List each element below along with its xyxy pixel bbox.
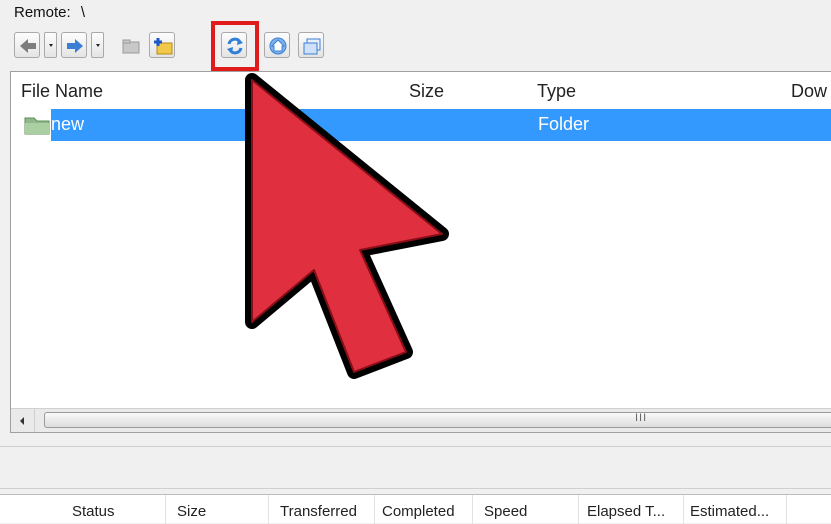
horizontal-scrollbar[interactable]: III bbox=[11, 408, 831, 432]
divider bbox=[0, 488, 831, 489]
forward-arrow-icon bbox=[67, 39, 83, 53]
file-name-cell[interactable]: new bbox=[51, 114, 84, 135]
queue-column-status[interactable]: Status bbox=[72, 503, 115, 520]
queue-column-speed[interactable]: Speed bbox=[484, 503, 527, 520]
remote-path-value: \ bbox=[80, 4, 86, 21]
remote-label-text: Remote: bbox=[14, 4, 71, 21]
column-header-file-name[interactable]: File Name bbox=[21, 81, 103, 102]
divider bbox=[0, 446, 831, 447]
new-folder-icon bbox=[154, 38, 173, 55]
back-arrow-icon bbox=[20, 39, 36, 53]
queue-column-transferred[interactable]: Transferred bbox=[280, 503, 357, 520]
queue-column-completed[interactable]: Completed bbox=[382, 503, 455, 520]
column-header-download[interactable]: Dow bbox=[791, 81, 827, 102]
forward-button[interactable] bbox=[61, 32, 87, 58]
view-button[interactable] bbox=[298, 32, 324, 58]
back-button[interactable] bbox=[14, 32, 40, 58]
home-icon bbox=[269, 37, 287, 55]
folder-icon bbox=[24, 117, 50, 135]
forward-history-dropdown[interactable] bbox=[91, 32, 104, 58]
queue-column-estimated[interactable]: Estimated... bbox=[690, 503, 769, 520]
queue-column-size[interactable]: Size bbox=[177, 503, 206, 520]
parent-folder-button[interactable] bbox=[117, 32, 143, 58]
cursor-arrow-icon bbox=[245, 73, 449, 379]
scroll-left-icon[interactable] bbox=[11, 409, 35, 432]
file-type-cell: Folder bbox=[538, 114, 590, 134]
scroll-thumb[interactable]: III bbox=[44, 412, 831, 428]
parent-folder-icon bbox=[122, 39, 140, 54]
home-button[interactable] bbox=[264, 32, 290, 58]
remote-path-label: Remote: \ bbox=[14, 4, 85, 21]
column-header-type[interactable]: Type bbox=[537, 81, 576, 102]
view-icon bbox=[303, 38, 321, 55]
scroll-grip: III bbox=[635, 412, 648, 424]
queue-column-elapsed[interactable]: Elapsed T... bbox=[587, 503, 665, 520]
transfer-queue-header: Status Size Transferred Completed Speed … bbox=[0, 494, 831, 524]
new-folder-button[interactable] bbox=[149, 32, 175, 58]
back-history-dropdown[interactable] bbox=[44, 32, 57, 58]
